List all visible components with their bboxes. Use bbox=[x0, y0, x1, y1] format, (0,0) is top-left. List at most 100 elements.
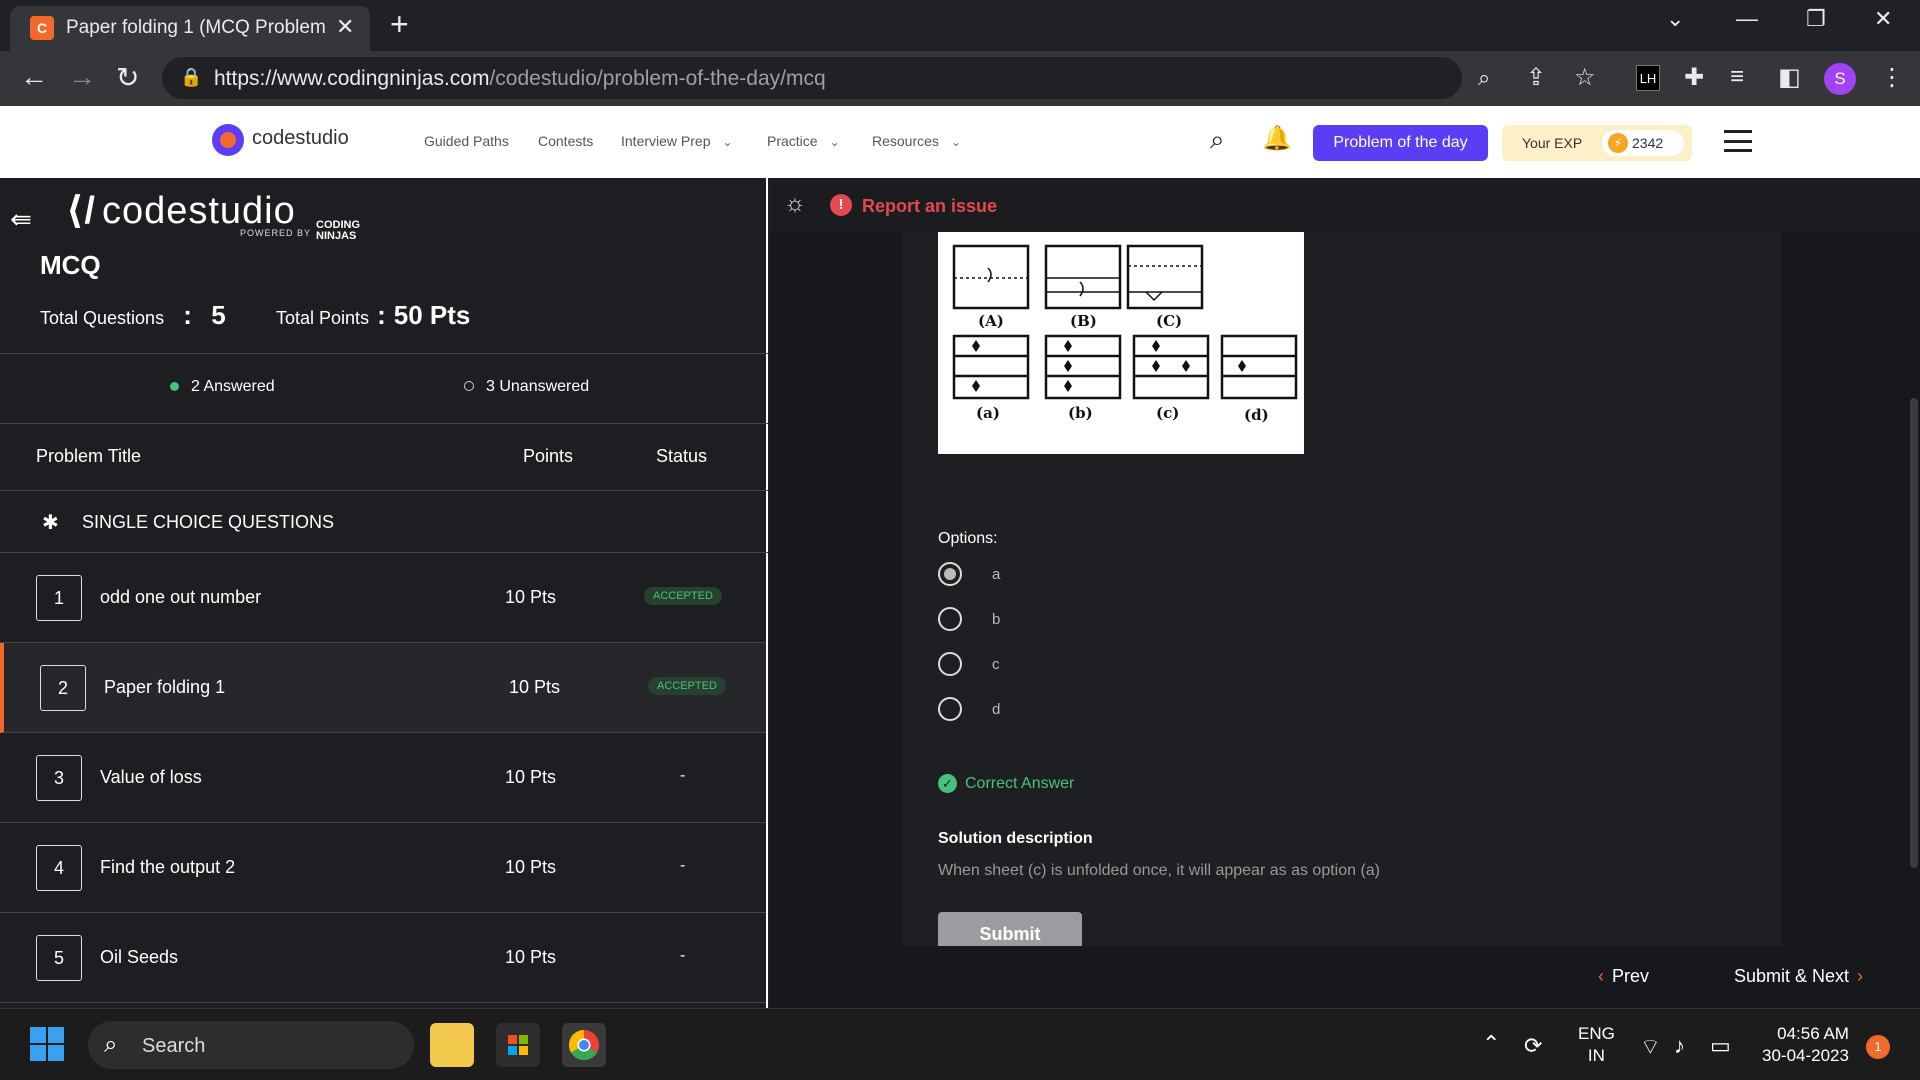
chrome-taskbar-icon[interactable] bbox=[562, 1023, 606, 1067]
unanswered-count: 3 Unanswered bbox=[464, 378, 589, 396]
taskbar-search[interactable]: ⌕ Search bbox=[88, 1021, 414, 1069]
puzzle-icon: ✱ bbox=[42, 512, 59, 534]
media-control-icon[interactable]: ≡ bbox=[1730, 63, 1744, 91]
question-status: - bbox=[680, 857, 686, 874]
submit-next-button[interactable]: Submit & Next › bbox=[1734, 966, 1863, 987]
file-explorer-icon[interactable] bbox=[430, 1023, 474, 1067]
nav-practice[interactable]: Practice ⌄ bbox=[767, 133, 840, 149]
section-title: SINGLE CHOICE QUESTIONS bbox=[82, 512, 335, 532]
search-icon[interactable]: ⌕ bbox=[1210, 124, 1225, 156]
address-bar[interactable]: 🔒 https://www.codingninjas.com/codestudi… bbox=[162, 57, 1490, 99]
notification-badge[interactable]: 1 bbox=[1866, 1035, 1890, 1059]
profile-avatar[interactable]: S bbox=[1824, 63, 1856, 95]
question-toolbar: ☼ ! Report an issue bbox=[770, 178, 1920, 232]
reload-icon[interactable]: ↻ bbox=[116, 61, 139, 94]
question-points: 10 Pts bbox=[505, 587, 557, 607]
exp-label: Your EXP bbox=[1522, 135, 1583, 151]
chevron-left-icon: ‹ bbox=[1598, 966, 1604, 986]
language-indicator[interactable]: ENG IN bbox=[1578, 1023, 1615, 1067]
system-clock[interactable]: 04:56 AM 30-04-2023 bbox=[1762, 1023, 1849, 1067]
search-icon: ⌕ bbox=[104, 1031, 118, 1058]
restore-icon[interactable]: ❐ bbox=[1806, 6, 1826, 32]
wifi-icon[interactable]: ⌔ bbox=[1640, 1033, 1661, 1061]
question-row-3[interactable]: 3 Value of loss 10 Pts - bbox=[0, 733, 766, 823]
radio[interactable] bbox=[938, 697, 962, 721]
tab-search-chevron-icon[interactable]: ⌄ bbox=[1666, 6, 1684, 32]
tab-title: Paper folding 1 (MCQ Problem) - bbox=[66, 17, 326, 38]
report-issue-link[interactable]: Report an issue bbox=[862, 196, 997, 217]
lighthouse-extension-icon[interactable]: LH bbox=[1636, 65, 1660, 91]
column-header-status: Status bbox=[656, 446, 708, 466]
notification-bell-icon[interactable]: 🔔 bbox=[1262, 124, 1292, 153]
theme-toggle-sun-icon[interactable]: ☼ bbox=[784, 190, 806, 218]
url-text: https://www.codingninjas.com/codestudio/… bbox=[214, 67, 826, 90]
extensions-puzzle-icon[interactable]: ✚ bbox=[1684, 63, 1704, 92]
alert-icon[interactable]: ! bbox=[830, 194, 852, 216]
new-tab-icon[interactable]: + bbox=[390, 6, 409, 43]
codestudio-brand[interactable]: ⟨/codestudio bbox=[66, 188, 296, 233]
figure-label: (A) bbox=[978, 312, 1004, 330]
correct-answer-indicator: ✓ Correct Answer bbox=[938, 774, 1074, 793]
hamburger-menu-icon[interactable] bbox=[1724, 130, 1752, 152]
exp-badge[interactable]: Your EXP ⚡ 2342 bbox=[1502, 125, 1692, 161]
question-row-4[interactable]: 4 Find the output 2 10 Pts - bbox=[0, 823, 766, 913]
browser-menu-icon[interactable]: ⋮ bbox=[1880, 63, 1904, 92]
codestudio-logo-icon[interactable] bbox=[212, 124, 244, 156]
radio[interactable] bbox=[938, 607, 962, 631]
question-detail-panel: ☼ ! Report an issue (A) (B) (C) (a) (b) … bbox=[770, 178, 1920, 1008]
windows-start-icon[interactable] bbox=[30, 1027, 66, 1063]
section-header: ✱ SINGLE CHOICE QUESTIONS bbox=[0, 490, 766, 552]
question-title: odd one out number bbox=[100, 587, 262, 607]
site-header: codestudio Guided Paths Contests Intervi… bbox=[0, 106, 1920, 178]
minimize-icon[interactable]: — bbox=[1736, 6, 1758, 32]
back-icon[interactable]: ← bbox=[20, 61, 48, 93]
question-number: 1 bbox=[36, 575, 82, 621]
figure-label: (b) bbox=[1068, 404, 1093, 422]
status-badge: ACCEPTED bbox=[648, 677, 726, 695]
bookmark-star-icon[interactable]: ☆ bbox=[1574, 63, 1596, 92]
question-title: Find the output 2 bbox=[100, 857, 236, 877]
prev-button[interactable]: ‹ Prev bbox=[1598, 966, 1649, 987]
submit-button[interactable]: Submit bbox=[938, 912, 1082, 946]
radio[interactable] bbox=[938, 652, 962, 676]
question-row-1[interactable]: 1 odd one out number 10 Pts ACCEPTED bbox=[0, 553, 766, 643]
taskbar-search-label: Search bbox=[142, 1035, 206, 1057]
coding-ninjas-logo: CODING NINJAS bbox=[316, 219, 360, 242]
scrollbar[interactable] bbox=[1910, 398, 1918, 868]
nav-guided-paths[interactable]: Guided Paths bbox=[424, 133, 509, 149]
share-icon[interactable]: ⇪ bbox=[1526, 63, 1546, 92]
browser-tab[interactable]: C Paper folding 1 (MCQ Problem) - ✕ bbox=[10, 6, 370, 51]
question-row-2[interactable]: 2 Paper folding 1 10 Pts ACCEPTED bbox=[0, 643, 766, 733]
radio-selected[interactable] bbox=[938, 562, 962, 586]
collapse-menu-icon[interactable]: ⇚ bbox=[10, 204, 32, 235]
problem-of-the-day-button[interactable]: Problem of the day bbox=[1313, 125, 1488, 161]
battery-icon[interactable]: ▭ bbox=[1710, 1033, 1731, 1059]
show-hidden-icons-chevron[interactable]: ⌃ bbox=[1482, 1031, 1500, 1057]
answered-dot-icon bbox=[170, 382, 179, 391]
close-tab-icon[interactable]: ✕ bbox=[336, 14, 354, 40]
nav-resources[interactable]: Resources ⌄ bbox=[872, 133, 961, 149]
volume-icon[interactable]: ♪ bbox=[1674, 1033, 1685, 1059]
chevron-down-icon: ⌄ bbox=[829, 135, 840, 149]
close-window-icon[interactable]: ✕ bbox=[1874, 6, 1892, 32]
page-title: MCQ bbox=[40, 250, 101, 280]
total-questions: Total Questions : 5 bbox=[40, 300, 226, 330]
divider bbox=[0, 353, 768, 354]
question-list-panel: ⇚ ⟨/codestudio POWERED BY CODING NINJAS … bbox=[0, 178, 768, 1008]
sync-icon[interactable]: ⟳ bbox=[1524, 1033, 1542, 1059]
figure-label: (d) bbox=[1244, 406, 1269, 424]
figure-label: (C) bbox=[1156, 312, 1182, 330]
microsoft-store-icon[interactable] bbox=[496, 1023, 540, 1067]
check-circle-icon: ✓ bbox=[938, 774, 957, 793]
solution-label: Solution description bbox=[938, 830, 1093, 847]
question-status: - bbox=[680, 767, 686, 784]
nav-contests[interactable]: Contests bbox=[538, 133, 593, 149]
zoom-icon[interactable]: ⌕ bbox=[1478, 65, 1490, 91]
question-row-5[interactable]: 5 Oil Seeds 10 Pts - bbox=[0, 913, 766, 1003]
side-panel-icon[interactable]: ◧ bbox=[1778, 63, 1801, 92]
question-points: 10 Pts bbox=[505, 857, 557, 877]
nav-interview-prep[interactable]: Interview Prep ⌄ bbox=[621, 133, 733, 149]
site-logo-text[interactable]: codestudio bbox=[252, 127, 349, 150]
forward-icon[interactable]: → bbox=[68, 61, 96, 93]
paper-folding-figure: (A) (B) (C) (a) (b) (c) (d) bbox=[938, 232, 1304, 454]
